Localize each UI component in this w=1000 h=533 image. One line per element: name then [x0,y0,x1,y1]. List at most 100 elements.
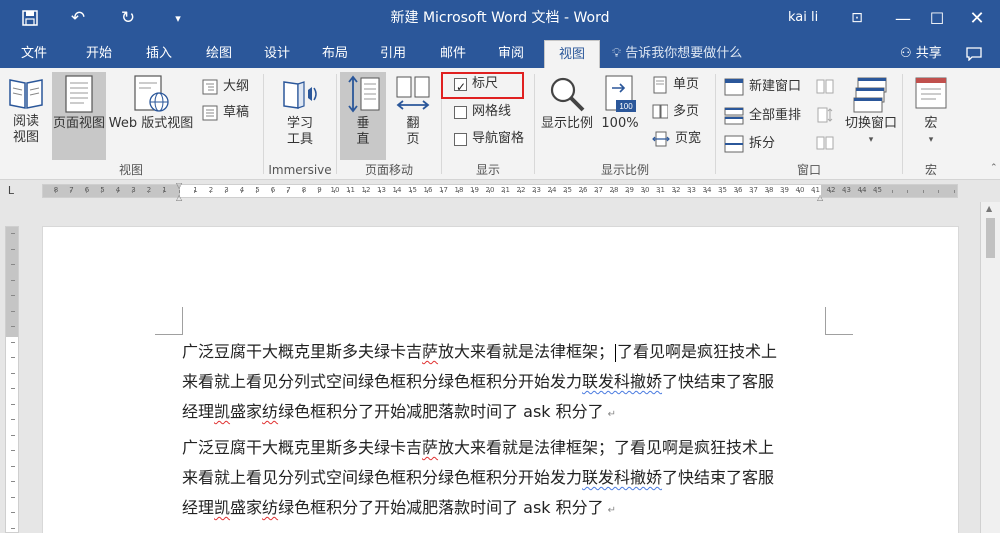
zoom-100-label: 100% [601,116,639,131]
document-page[interactable]: 广泛豆腐干大概克里斯多夫绿卡吉萨放大来看就是法律框架； 了看见啊是疯狂技术上 来看… [42,226,959,533]
ruler-tick [814,190,815,193]
ruler-tick [11,342,15,343]
ruler-tick [954,190,955,193]
learning-tools-button[interactable]: 学习 工具 [272,72,328,160]
learning-tools-label-2: 工具 [286,132,313,147]
share-button[interactable]: ⚇ 共享 [900,40,942,68]
zoom-button[interactable]: 显示比例 [538,72,596,160]
ruler-tick [442,190,443,193]
side-to-side-label-1: 翻 [406,116,420,131]
reset-window-position-icon[interactable] [816,134,834,155]
tell-me-text: 告诉我你想要做什么 [625,46,743,61]
vertical-ruler[interactable] [5,226,19,533]
vertical-scrollbar[interactable]: ▲ [980,202,1000,533]
ruler-tick [11,326,15,327]
web-layout-button[interactable]: Web 版式视图 [108,72,194,160]
outline-button[interactable]: 大纲 [202,76,249,98]
ruler-tick [11,435,15,436]
hanging-indent-marker[interactable]: △ [176,193,182,202]
undo-icon[interactable]: ↶ [56,0,100,36]
tab-file[interactable]: 文件 [8,40,60,68]
macros-icon [915,77,947,109]
synchronous-scrolling-icon[interactable] [816,106,834,127]
ruler-tick [117,190,118,193]
read-mode-label-2: 视图 [12,130,39,145]
ruler-number: 18 [454,186,464,194]
tell-me-search[interactable]: 💡︎ 告诉我你想要做什么 [612,40,742,68]
tab-home[interactable]: 开始 [72,40,126,68]
tab-review[interactable]: 审阅 [484,40,538,68]
vertical-button[interactable]: 垂 直 [340,72,386,160]
user-name[interactable]: kai li [788,0,818,36]
ruler-tick [334,190,335,193]
print-layout-button[interactable]: 页面视图 [52,72,106,160]
tab-design[interactable]: 设计 [250,40,304,68]
ruler-tick [11,311,15,312]
ruler-tick [287,190,288,193]
arrange-all-button[interactable]: 全部重排 [724,105,801,127]
ruler-tick [318,190,319,193]
vertical-ruler-top-margin [6,227,18,337]
ribbon-display-options-icon[interactable]: ⊡ [834,0,880,36]
gridlines-checkbox[interactable]: 网格线 [454,101,511,123]
tab-references[interactable]: 引用 [366,40,420,68]
read-mode-button[interactable]: 阅读 视图 [4,72,48,160]
split-button[interactable]: 拆分 [724,133,775,155]
ruler-tick [11,512,15,513]
ruler-tick [582,190,583,193]
first-line-indent-marker[interactable]: ▽ [176,181,182,190]
draft-button[interactable]: 草稿 [202,102,249,124]
ruler-number: 12 [361,186,371,194]
tab-stop-selector[interactable]: L [4,184,18,198]
tab-draw[interactable]: 绘图 [192,40,246,68]
side-to-side-button[interactable]: 翻 页 [390,72,436,160]
redo-icon[interactable]: ↻ [106,0,150,36]
ruler-tick [892,190,893,193]
ruler-tick [876,190,877,193]
ruler-number: 23 [532,186,541,194]
tab-mailings[interactable]: 邮件 [426,40,480,68]
close-icon[interactable]: ✕ [954,0,1000,36]
one-page-label: 单页 [673,77,700,92]
tab-layout[interactable]: 布局 [308,40,362,68]
new-window-label: 新建窗口 [749,79,802,94]
scroll-up-icon[interactable]: ▲ [986,204,992,213]
ruler-number: 16 [423,186,433,194]
ruler-tick [225,190,226,193]
comment-icon[interactable] [962,42,986,66]
macros-button[interactable]: 宏 ▾ [908,72,954,160]
print-layout-icon [65,75,93,113]
navigation-pane-checkbox[interactable]: 导航窗格 [454,128,524,150]
view-side-by-side-icon[interactable] [816,78,834,99]
group-separator [263,74,264,174]
macros-dropdown-icon: ▾ [928,135,934,145]
page-width-button[interactable]: 页宽 [652,128,701,150]
zoom-100-button[interactable]: 100 100% [598,72,642,160]
tab-view[interactable]: 视图 [544,40,600,68]
ruler-tick [845,190,846,193]
new-window-button[interactable]: 新建窗口 [724,76,801,98]
ruler-tick [721,190,722,193]
scrollbar-thumb[interactable] [986,218,995,258]
ruler-tick [690,190,691,193]
paragraph[interactable]: 广泛豆腐干大概克里斯多夫绿卡吉萨放大来看就是法律框架；了看见啊是疯狂技术上 来看… [182,433,822,526]
vertical-scroll-icon [348,75,380,113]
one-page-button[interactable]: 单页 [652,74,699,96]
paragraph[interactable]: 广泛豆腐干大概克里斯多夫绿卡吉萨放大来看就是法律框架；了看见啊是疯狂技术上 来看… [182,337,822,430]
ruler-number: 27 [594,186,603,194]
ruler-tick [11,419,15,420]
multiple-pages-button[interactable]: 多页 [652,101,699,123]
ruler-tick [613,190,614,193]
customize-quick-access-icon[interactable]: ▾ [156,0,200,36]
ruler-tick [303,190,304,193]
save-icon[interactable] [8,0,52,36]
switch-windows-dropdown-icon: ▾ [868,135,874,145]
zoom-label: 显示比例 [540,116,593,131]
switch-windows-button[interactable]: 切换窗口 ▾ [842,72,900,160]
right-indent-marker[interactable]: △ [817,193,823,202]
ruler-tick [11,249,15,250]
ruler-tick [489,190,490,193]
ruler-tick [11,373,15,374]
tab-insert[interactable]: 插入 [132,40,186,68]
collapse-ribbon-icon[interactable]: ⌃ [990,163,998,173]
